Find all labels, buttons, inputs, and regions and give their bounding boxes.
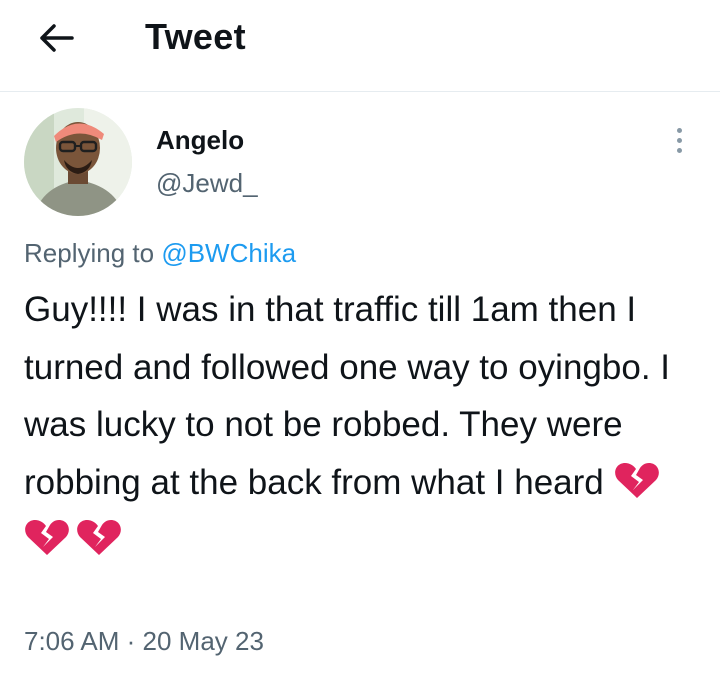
broken-heart-icon [77, 520, 121, 555]
tweet-body: Guy!!!! I was in that traffic till 1am t… [24, 281, 704, 569]
author-handle[interactable]: @Jewd_ [156, 168, 258, 199]
broken-heart-icon [614, 462, 659, 498]
tweet-text: Guy!!!! I was in that traffic till 1am t… [24, 290, 680, 502]
back-button[interactable] [34, 18, 78, 58]
more-options-icon[interactable] [664, 123, 694, 157]
author-name[interactable]: Angelo [156, 125, 244, 156]
replying-to: Replying to @BWChika [24, 238, 296, 269]
timestamp-separator: · [119, 626, 143, 656]
top-bar: Tweet [0, 0, 720, 92]
tweet-date: 20 May 23 [142, 626, 264, 656]
tweet-timestamp[interactable]: 7:06 AM · 20 May 23 [24, 626, 264, 657]
reply-mention-link[interactable]: @BWChika [161, 238, 296, 268]
page-title: Tweet [145, 16, 246, 57]
broken-heart-icon [25, 520, 69, 555]
replying-to-label: Replying to [24, 238, 162, 268]
tweet-time: 7:06 AM [24, 626, 120, 656]
avatar[interactable] [24, 108, 132, 216]
arrow-left-icon [40, 24, 74, 52]
